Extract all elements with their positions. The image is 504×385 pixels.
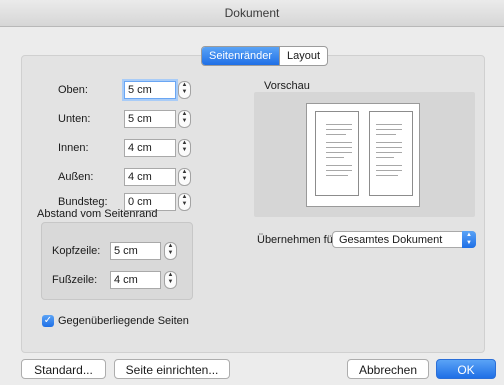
- footer-distance-label: Fußzeile:: [52, 274, 98, 286]
- preview-right-page: [369, 111, 413, 196]
- bottom-margin-label: Unten:: [58, 113, 91, 125]
- mirror-margins-checkbox[interactable]: ✓: [42, 315, 54, 327]
- title-bar: Dokument: [0, 0, 504, 27]
- header-distance-input[interactable]: 5 cm: [110, 242, 161, 260]
- page-setup-button[interactable]: Seite einrichten...: [114, 359, 230, 379]
- inner-margin-stepper[interactable]: ▲ ▼: [178, 139, 191, 157]
- apply-to-value: Gesamtes Dokument: [339, 234, 443, 246]
- preview-area: [254, 92, 475, 217]
- tab-layout[interactable]: Layout: [279, 47, 327, 65]
- header-distance-stepper[interactable]: ▲ ▼: [164, 242, 177, 260]
- footer-distance-stepper[interactable]: ▲ ▼: [164, 271, 177, 289]
- ok-button[interactable]: OK: [436, 359, 496, 379]
- top-margin-input[interactable]: 5 cm: [124, 81, 176, 99]
- gutter-label: Bundsteg:: [58, 196, 108, 208]
- mirror-margins-label: Gegenüberliegende Seiten: [58, 315, 189, 327]
- outer-margin-input[interactable]: 4 cm: [124, 168, 176, 186]
- select-arrows-icon: ▲ ▼: [462, 231, 476, 248]
- apply-to-label: Übernehmen für:: [257, 234, 340, 246]
- tab-bar: Seitenränder Layout: [201, 46, 329, 66]
- preview-title: Vorschau: [264, 80, 310, 92]
- preview-left-page: [315, 111, 359, 196]
- top-margin-label: Oben:: [58, 84, 88, 96]
- inner-margin-label: Innen:: [58, 142, 89, 154]
- inner-margin-input[interactable]: 4 cm: [124, 139, 176, 157]
- outer-margin-stepper[interactable]: ▲ ▼: [178, 168, 191, 186]
- bottom-margin-stepper[interactable]: ▲ ▼: [178, 110, 191, 128]
- cancel-button[interactable]: Abbrechen: [347, 359, 429, 379]
- outer-margin-label: Außen:: [58, 171, 94, 183]
- footer-distance-input[interactable]: 4 cm: [110, 271, 161, 289]
- apply-to-select[interactable]: Gesamtes Dokument ▲ ▼: [332, 231, 476, 248]
- window-title: Dokument: [224, 6, 280, 20]
- preview-sheet: [306, 103, 420, 207]
- gutter-stepper[interactable]: ▲ ▼: [178, 193, 191, 211]
- tab-seitenraender[interactable]: Seitenränder: [202, 47, 279, 65]
- header-distance-label: Kopfzeile:: [52, 245, 101, 257]
- top-margin-stepper[interactable]: ▲ ▼: [178, 81, 191, 99]
- default-button[interactable]: Standard...: [21, 359, 106, 379]
- from-edge-title: Abstand vom Seitenrand: [37, 208, 158, 220]
- bottom-margin-input[interactable]: 5 cm: [124, 110, 176, 128]
